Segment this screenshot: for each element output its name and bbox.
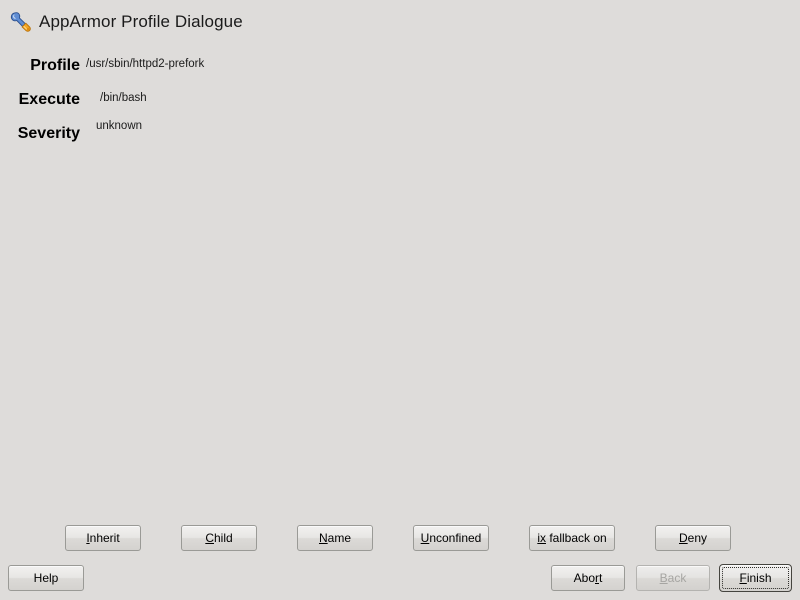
button-label-after: fallback on: [545, 531, 607, 545]
wrench-screwdriver-icon: [10, 12, 31, 32]
field-label-profile: Profile: [30, 57, 80, 74]
button-label-after: ack: [667, 571, 687, 585]
button-accel: ix: [537, 531, 546, 545]
back-button: Back: [636, 565, 710, 591]
button-label-before: Abo: [573, 571, 595, 585]
unconfined-button[interactable]: Unconfined: [413, 525, 489, 551]
button-label-after: t: [599, 571, 603, 585]
button-label-after: ame: [327, 531, 351, 545]
button-label-after: nconfined: [429, 531, 482, 545]
field-row-severity: Severity unknown: [0, 120, 142, 144]
help-button[interactable]: Help: [8, 565, 84, 591]
button-accel: U: [420, 531, 430, 545]
deny-button[interactable]: Deny: [655, 525, 731, 551]
field-row-execute: Execute /bin/bash: [0, 90, 147, 110]
field-label-severity: Severity: [17, 125, 80, 142]
inherit-button[interactable]: Inherit: [65, 525, 141, 551]
field-label-execute: Execute: [18, 91, 80, 108]
field-value-severity: unknown: [96, 120, 143, 132]
field-value-profile: /usr/sbin/httpd2-prefork: [86, 58, 205, 70]
button-label-after: inish: [746, 571, 772, 585]
button-label-after: hild: [213, 531, 233, 545]
field-row-profile: Profile /usr/sbin/httpd2-prefork: [0, 56, 204, 76]
button-label-after: nherit: [89, 531, 120, 545]
abort-button[interactable]: Abort: [551, 565, 625, 591]
ix-fallback-on-button[interactable]: ix fallback on: [529, 525, 615, 551]
button-accel: N: [318, 531, 328, 545]
dialog-header: AppArmor Profile Dialogue: [0, 0, 800, 44]
child-button[interactable]: Child: [181, 525, 257, 551]
button-accel: C: [205, 531, 214, 545]
name-button[interactable]: Name: [297, 525, 373, 551]
button-label-after: eny: [687, 531, 708, 545]
button-accel: B: [659, 571, 668, 585]
field-value-execute: /bin/bash: [100, 92, 147, 104]
finish-button[interactable]: Finish: [719, 564, 792, 592]
button-accel: D: [678, 531, 688, 545]
button-accel: F: [739, 571, 747, 585]
button-label-before: Help: [33, 571, 59, 585]
page-title: AppArmor Profile Dialogue: [39, 12, 243, 31]
